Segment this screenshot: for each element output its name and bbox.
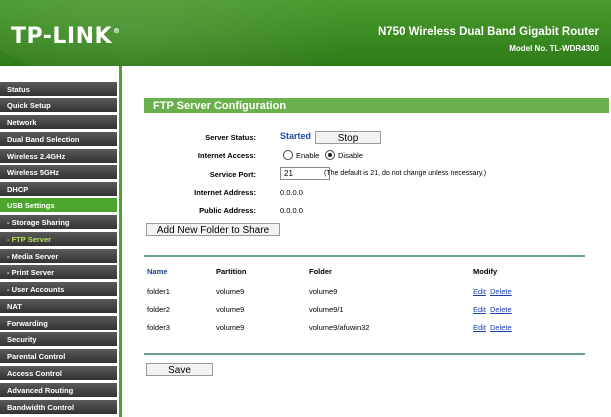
service-port-input[interactable]: 21 <box>280 167 330 180</box>
row-2-partition: volume9 <box>216 305 245 314</box>
sidebar-item-forwarding[interactable]: Forwarding <box>0 316 117 331</box>
section-title: FTP Server Configuration <box>153 100 287 112</box>
row-1-name: folder1 <box>147 287 170 296</box>
sidebar-item-parental-control[interactable]: Parental Control <box>0 349 117 364</box>
sidebar-spacer <box>0 66 121 82</box>
row-3-name: folder3 <box>147 323 170 332</box>
internet-address-label: Internet Address: <box>194 188 256 197</box>
brand-logo: TP-LINK® <box>11 24 121 49</box>
sidebar-item-network[interactable]: Network <box>0 115 117 130</box>
row-1-folder: volume9 <box>309 287 338 296</box>
server-status-label: Server Status: <box>205 133 256 142</box>
row-1-partition: volume9 <box>216 287 245 296</box>
row-2-edit-link[interactable]: Edit <box>473 305 486 314</box>
row-3-folder: volume9/afuwin32 <box>309 323 370 332</box>
column-header-folder: Folder <box>309 267 332 276</box>
save-button[interactable]: Save <box>146 363 213 376</box>
sidebar-item-nat[interactable]: NAT <box>0 299 117 314</box>
sidebar-item-bandwidth-control[interactable]: Bandwidth Control <box>0 400 117 415</box>
sidebar-item-wireless-5[interactable]: Wireless 5GHz <box>0 165 117 180</box>
table-top-divider <box>144 255 585 257</box>
service-port-hint: (The default is 21, do not change unless… <box>324 170 487 177</box>
logo-text: TP-LINK <box>11 24 113 49</box>
sidebar-item-user-accounts[interactable]: - User Accounts <box>0 282 117 297</box>
disable-radio-label: Disable <box>338 151 364 160</box>
column-header-modify: Modify <box>473 267 498 276</box>
internet-address-value: 0.0.0.0 <box>280 188 303 197</box>
sidebar-nav: Status Quick Setup Network Dual Band Sel… <box>0 82 121 417</box>
enable-radio-label: Enable <box>296 151 320 160</box>
add-folder-button[interactable]: Add New Folder to Share <box>146 223 280 236</box>
sidebar-item-status[interactable]: Status <box>0 82 117 97</box>
sidebar-item-media-server[interactable]: - Media Server <box>0 249 117 264</box>
row-3-partition: volume9 <box>216 323 245 332</box>
sidebar-item-dual-band[interactable]: Dual Band Selection <box>0 132 117 147</box>
sidebar-item-storage-sharing[interactable]: - Storage Sharing <box>0 215 117 230</box>
table-bottom-divider <box>144 353 585 355</box>
column-header-partition: Partition <box>216 267 247 276</box>
row-2-delete-link[interactable]: Delete <box>490 305 512 314</box>
model-number: Model No. TL-WDR4300 <box>509 44 599 53</box>
public-address-value: 0.0.0.0 <box>280 206 303 215</box>
sidebar-item-advanced-routing[interactable]: Advanced Routing <box>0 383 117 398</box>
row-1-edit-link[interactable]: Edit <box>473 287 486 296</box>
stop-button[interactable]: Stop <box>315 131 381 144</box>
row-2-folder: volume9/1 <box>309 305 344 314</box>
row-3-edit-link[interactable]: Edit <box>473 323 486 332</box>
sidebar-item-dhcp[interactable]: DHCP <box>0 182 117 197</box>
sidebar-item-security[interactable]: Security <box>0 332 117 347</box>
row-1-delete-link[interactable]: Delete <box>490 287 512 296</box>
row-2-name: folder2 <box>147 305 170 314</box>
row-3-delete-link[interactable]: Delete <box>490 323 512 332</box>
enable-radio[interactable] <box>283 150 293 160</box>
service-port-label: Service Port: <box>209 170 256 179</box>
column-header-name: Name <box>147 267 168 276</box>
sidebar-item-print-server[interactable]: - Print Server <box>0 265 117 280</box>
public-address-label: Public Address: <box>199 206 256 215</box>
sidebar-item-usb-settings[interactable]: USB Settings <box>0 198 117 213</box>
sidebar-item-quick-setup[interactable]: Quick Setup <box>0 98 117 113</box>
product-name: N750 Wireless Dual Band Gigabit Router <box>377 26 599 38</box>
sidebar-item-ftp-server[interactable]: - FTP Server <box>0 232 117 247</box>
server-status-value: Started <box>280 131 312 141</box>
sidebar-item-wireless-24[interactable]: Wireless 2.4GHz <box>0 149 117 164</box>
internet-access-label: Internet Access: <box>197 151 256 160</box>
disable-radio[interactable] <box>325 150 335 160</box>
registered-mark: ® <box>113 27 121 35</box>
sidebar-divider <box>119 66 122 417</box>
sidebar-item-access-control[interactable]: Access Control <box>0 366 117 381</box>
header-banner: TP-LINK® N750 Wireless Dual Band Gigabit… <box>0 0 611 66</box>
